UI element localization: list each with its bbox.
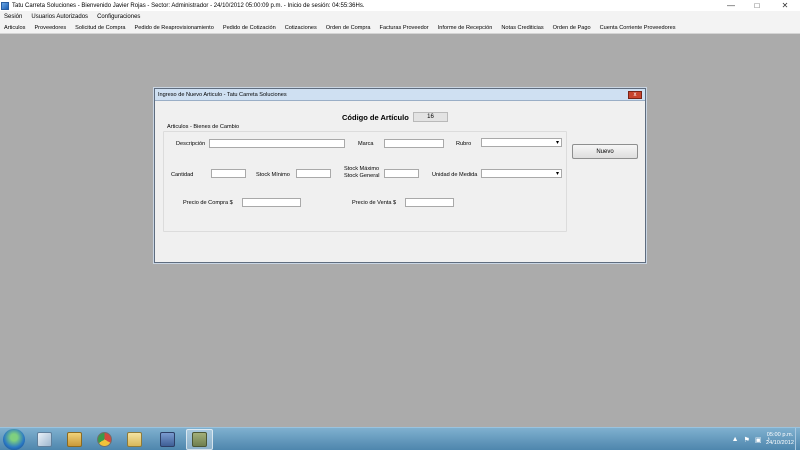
descripcion-label: Descripción: [176, 141, 206, 147]
marca-label: Marca: [358, 141, 374, 147]
menu-sesion[interactable]: Sesión: [4, 14, 22, 20]
unidad-medida-select[interactable]: ▾: [481, 169, 562, 178]
stock-maximo-label: Stock Máximo: [344, 166, 380, 172]
window-titlebar: Tatu Carreta Soluciones - Bienvenido Jav…: [0, 0, 800, 11]
menu-orden-pago[interactable]: Orden de Pago: [553, 25, 591, 31]
precio-compra-label: Precio de Compra $: [183, 200, 233, 206]
stock-minimo-field[interactable]: [296, 169, 331, 178]
cantidad-label: Cantidad: [171, 172, 194, 178]
menu-configuraciones[interactable]: Configuraciones: [97, 14, 140, 20]
clock-date: 24/10/2012: [766, 440, 794, 446]
minimize-button[interactable]: —: [718, 0, 744, 11]
windows-explorer-icon: [37, 432, 52, 447]
chrome-icon: [97, 432, 112, 447]
menu-proveedores[interactable]: Proveedores: [34, 25, 66, 31]
close-button[interactable]: ✕: [770, 0, 800, 11]
menu-pedido-reaprovisionamiento[interactable]: Pedido de Reaprovisionamiento: [135, 25, 214, 31]
dialog-title: Ingreso de Nuevo Articulo - Tatu Carreta…: [158, 91, 287, 98]
menu-notas-crediticias[interactable]: Notas Crediticias: [501, 25, 543, 31]
menu-pedido-cotizacion[interactable]: Pedido de Cotización: [223, 25, 276, 31]
cantidad-field[interactable]: [211, 169, 246, 178]
menu-articulos[interactable]: Articulos: [4, 25, 25, 31]
menu-facturas-proveedor[interactable]: Facturas Proveedor: [380, 25, 429, 31]
file-manager-icon: [127, 432, 142, 447]
precio-venta-label: Precio de Venta $: [352, 200, 397, 206]
menu-bar: Sesión Usuarios Autorizados Configuracio…: [0, 11, 800, 22]
new-article-dialog: Ingreso de Nuevo Articulo - Tatu Carreta…: [154, 88, 646, 263]
start-button[interactable]: [3, 429, 25, 450]
menu-usuarios-autorizados[interactable]: Usuarios Autorizados: [31, 14, 88, 20]
descripcion-field[interactable]: [209, 139, 345, 148]
tray-arrow-icon[interactable]: ▲: [732, 436, 739, 443]
network-icon[interactable]: ▣: [755, 436, 762, 444]
precio-compra-field[interactable]: [242, 198, 301, 207]
taskbar: ▲ ⚑ ▣ ♪ 05:00 p.m. 24/10/2012: [0, 427, 800, 450]
menu-informe-recepcion[interactable]: Informe de Recepción: [438, 25, 493, 31]
menu-orden-compra[interactable]: Orden de Compra: [326, 25, 371, 31]
code-label: Código de Artículo: [342, 113, 409, 122]
dialog-body: Código de Artículo 16 Articulos - Bienes…: [155, 102, 645, 262]
taskbar-item-tatu-app[interactable]: [186, 429, 213, 450]
chevron-down-icon: ▾: [555, 171, 559, 177]
taskbar-item-visual-studio[interactable]: [154, 429, 181, 450]
show-desktop-button[interactable]: [795, 428, 800, 450]
system-tray: ▲ ⚑ ▣ ♪: [727, 428, 770, 450]
folder-icon: [67, 432, 82, 447]
taskbar-item-explorer[interactable]: [31, 429, 58, 450]
marca-field[interactable]: [384, 139, 444, 148]
unidad-medida-label: Unidad de Medida: [432, 172, 478, 178]
rubro-select[interactable]: ▾: [481, 138, 562, 147]
clock-time: 05:00 p.m.: [766, 432, 794, 438]
app-icon: [1, 1, 9, 10]
taskbar-item-file-manager[interactable]: [121, 429, 148, 450]
menu-solicitud-compra[interactable]: Solicitud de Compra: [75, 25, 125, 31]
code-field: 16: [413, 112, 448, 122]
maximize-button[interactable]: □: [744, 0, 770, 11]
menu-cotizaciones[interactable]: Cotizaciones: [285, 25, 317, 31]
module-menu-bar: Articulos Proveedores Solicitud de Compr…: [0, 22, 800, 34]
menu-cuenta-corriente[interactable]: Cuenta Corriente Proveedores: [600, 25, 676, 31]
nuevo-button[interactable]: Nuevo: [572, 144, 638, 159]
precio-venta-field[interactable]: [405, 198, 454, 207]
rubro-label: Rubro: [456, 141, 472, 147]
window-title: Tatu Carreta Soluciones - Bienvenido Jav…: [12, 2, 365, 9]
chevron-down-icon: ▾: [555, 140, 559, 146]
flag-icon[interactable]: ⚑: [744, 436, 750, 444]
group-label: Articulos - Bienes de Cambio: [167, 124, 240, 130]
window-controls: — □ ✕: [718, 0, 800, 11]
taskbar-item-chrome[interactable]: [91, 429, 118, 450]
dialog-close-button[interactable]: x: [628, 91, 642, 99]
taskbar-clock[interactable]: 05:00 p.m. 24/10/2012: [766, 431, 794, 447]
taskbar-item-folder[interactable]: [61, 429, 88, 450]
stock-general-label: Stock General: [344, 173, 380, 179]
visual-studio-icon: [160, 432, 175, 447]
tatu-app-icon: [192, 432, 207, 447]
stock-minimo-label: Stock Mínimo: [256, 172, 290, 178]
stock-maximo-field[interactable]: [384, 169, 419, 178]
dialog-titlebar: Ingreso de Nuevo Articulo - Tatu Carreta…: [155, 89, 645, 101]
